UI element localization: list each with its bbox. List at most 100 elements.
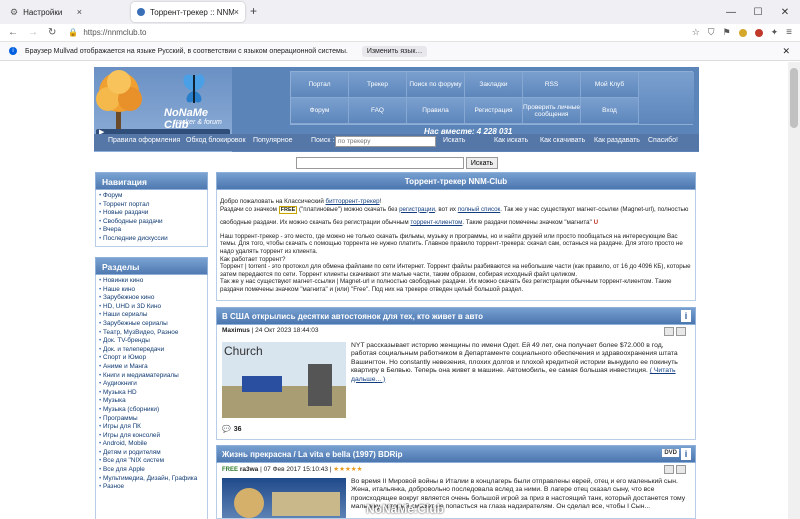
link-registration[interactable]: регистрации [399,206,435,213]
quote-icon[interactable] [676,465,686,474]
menu-login[interactable]: Вход [581,98,639,124]
release-poster[interactable] [222,478,346,518]
close-icon[interactable]: ✕ [782,46,790,57]
menu-my-club[interactable]: Мой Клуб [581,72,639,98]
forward-icon[interactable]: → [28,27,38,38]
link-how-download[interactable]: Как скачивать [540,137,585,144]
section-item[interactable]: Спорт и Юмор [99,354,204,363]
scrollbar-thumb[interactable] [790,68,798,128]
section-item[interactable]: Новинки кино [99,277,204,286]
link-torrent-client[interactable]: торрент-клиентом [410,219,462,226]
extensions-icon[interactable]: ⚑ [723,27,731,38]
link-how-search[interactable]: Как искать [494,137,528,144]
tracker-search-input[interactable] [335,136,436,147]
minimize-icon[interactable]: — [718,0,744,24]
addon-icon[interactable] [738,28,747,37]
bookmark-star-icon[interactable]: ☆ [692,27,700,38]
menu-register[interactable]: Регистрация [465,98,523,124]
section-item[interactable]: Книги и медиаматериалы [99,372,204,381]
section-item[interactable]: Игры для ПК [99,423,204,432]
news-title[interactable]: В США открылись десятки автостоянок для … [216,307,696,325]
section-item[interactable]: Все для "NIX систем [99,457,204,466]
link-how-seed[interactable]: Как раздавать [594,137,640,144]
tab-nnm-club[interactable]: Торрент-трекер :: NNM-Club × [131,2,245,22]
menu-check-pm[interactable]: Проверить личные сообщения [523,98,581,124]
nav-item[interactable]: Последние дискуссии [99,235,204,244]
edit-icon[interactable] [664,465,674,474]
section-item[interactable]: Мультимедиа, Дизайн, Графика [99,475,204,484]
ublock-icon[interactable] [754,28,763,37]
section-item[interactable]: Аниме и Манга [99,363,204,372]
info-icon[interactable]: i [681,310,691,322]
section-item[interactable]: Музыка HD [99,389,204,398]
info-icon[interactable]: i [681,448,691,460]
section-item[interactable]: Док. TV-бренды [99,337,204,346]
rating-stars: ★★★★★ [333,466,363,473]
nav-item[interactable]: Вчера [99,226,204,235]
news-image[interactable]: Church [222,342,346,418]
section-item[interactable]: Все для Apple [99,466,204,475]
menu-portal[interactable]: Портал [291,72,349,98]
edit-icon[interactable] [664,327,674,336]
news-title-text[interactable]: В США открылись десятки автостоянок для … [222,312,483,321]
page-scrollbar[interactable] [788,62,800,519]
comments[interactable]: 💬 36 [222,425,242,434]
section-item[interactable]: HD, UHD и 3D Кино [99,303,204,312]
link-rules[interactable]: Правила оформления [108,137,180,144]
tab-settings[interactable]: ⚙ Настройки × [4,2,88,22]
link-bypass[interactable]: Обход блокировок [186,137,246,144]
menu-forum[interactable]: Форум [291,98,349,124]
tracker-search-button[interactable]: Искать [443,137,465,144]
menu-faq[interactable]: FAQ [349,98,407,124]
section-item[interactable]: Наши сериалы [99,311,204,320]
news-date: | 24 Окт 2023 18:44:03 [249,327,319,334]
nav-item[interactable]: Новые раздачи [99,209,204,218]
close-window-icon[interactable]: ✕ [772,0,798,24]
menu-icon[interactable]: ≡ [786,27,792,38]
change-language-button[interactable]: Изменить язык… [361,45,428,57]
url-field[interactable]: https://nnmclub.to [83,28,691,37]
link-thanks[interactable]: Спасибо! [648,137,678,144]
section-item[interactable]: Android, Mobile [99,440,204,449]
menu-tracker[interactable]: Трекер [349,72,407,98]
release-author[interactable]: ra3wa [240,466,258,473]
image-sign-text: Church [224,344,263,358]
release-title[interactable]: Жизнь прекрасна / La vita e bella (1997)… [216,445,696,463]
link-popular[interactable]: Популярное [253,137,292,144]
menu-bookmarks[interactable]: Закладки [465,72,523,98]
news-author[interactable]: Maximus [222,327,250,334]
section-item[interactable]: Наше кино [99,286,204,295]
maximize-icon[interactable]: ☐ [745,0,771,24]
language-notification: i Браузер Mullvad отображается на языке … [0,42,800,61]
menu-rss[interactable]: RSS [523,72,581,98]
section-item[interactable]: Разное [99,483,204,492]
section-item[interactable]: Детям и родителям [99,449,204,458]
section-item[interactable]: Музыка (сборники) [99,406,204,415]
section-item[interactable]: Театр, МузВидео, Разное [99,329,204,338]
close-icon[interactable]: × [77,7,82,17]
section-item[interactable]: Игры для консолей [99,432,204,441]
new-tab-button[interactable]: + [250,4,257,18]
nav-item[interactable]: Форум [99,192,204,201]
back-icon[interactable]: ← [8,27,18,38]
section-item[interactable]: Док. и телепередачи [99,346,204,355]
section-item[interactable]: Музыка [99,397,204,406]
close-icon[interactable]: × [234,7,239,17]
section-item[interactable]: Зарубежные сериалы [99,320,204,329]
link-full-list[interactable]: полный список [458,206,501,213]
release-title-text[interactable]: Жизнь прекрасна / La vita e bella (1997)… [222,450,402,459]
main-search-button[interactable]: Искать [466,157,498,169]
shield-icon[interactable]: ⛉ [708,27,715,38]
nav-item[interactable]: Свободные раздачи [99,218,204,227]
menu-forum-search[interactable]: Поиск по форуму [407,72,465,98]
reload-icon[interactable]: ↻ [48,27,56,38]
nav-item[interactable]: Торрент портал [99,201,204,210]
quote-icon[interactable] [676,327,686,336]
section-item[interactable]: Программы [99,415,204,424]
puzzle-icon[interactable]: ✦ [771,27,779,38]
link-bittorrent[interactable]: битторрент-трекер [326,198,380,205]
main-search-input[interactable] [296,157,464,169]
section-item[interactable]: Аудиокниги [99,380,204,389]
section-item[interactable]: Зарубежное кино [99,294,204,303]
menu-rules[interactable]: Правила [407,98,465,124]
